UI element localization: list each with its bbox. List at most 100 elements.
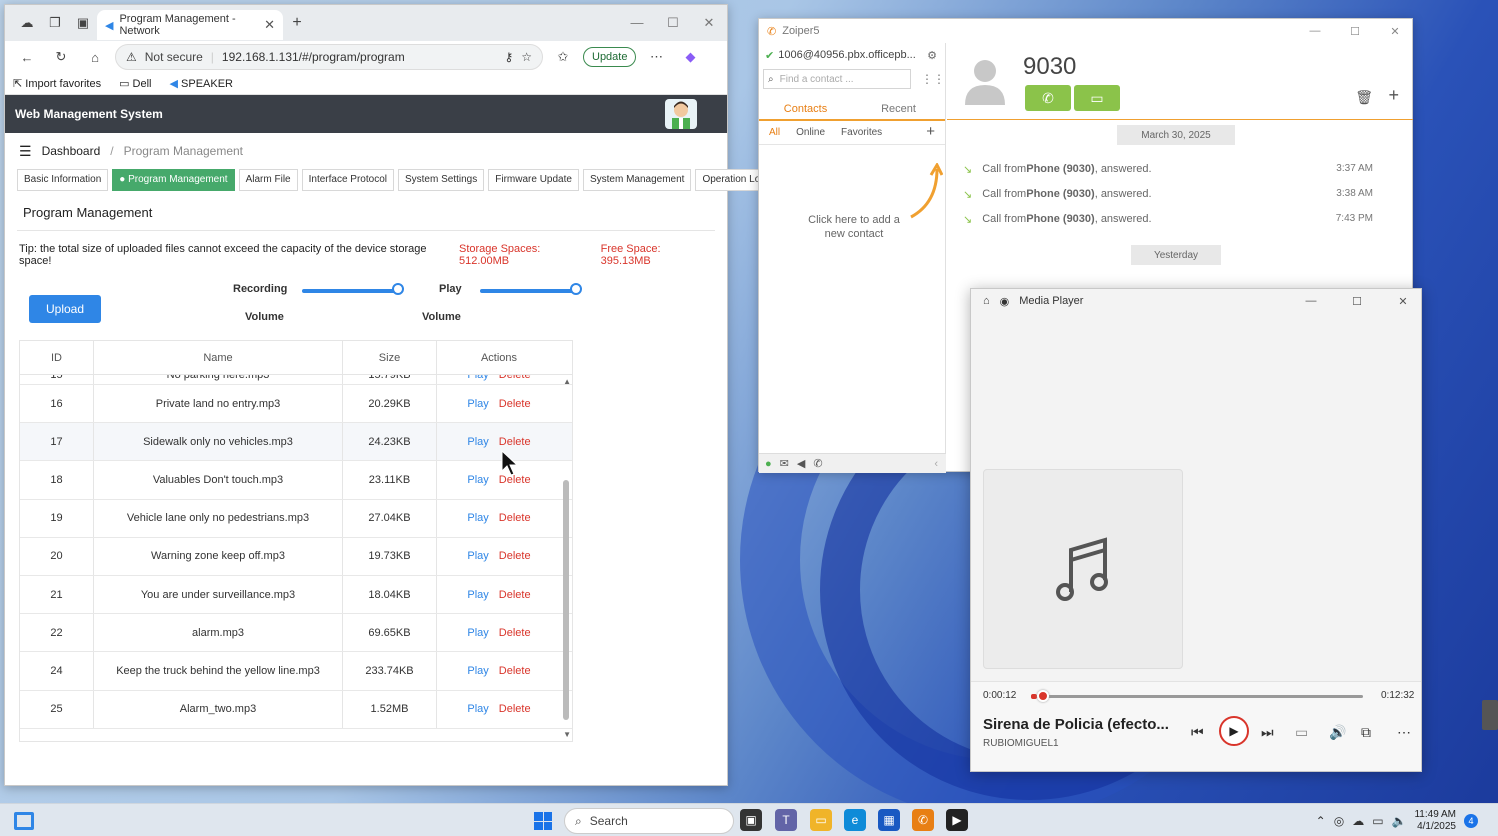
media-maximize-button[interactable]: ☐ <box>1339 295 1375 308</box>
workspaces-icon[interactable]: ☁ <box>13 15 41 31</box>
delete-link[interactable]: Delete <box>499 512 531 524</box>
next-icon[interactable]: ⏭ <box>1261 724 1274 741</box>
delete-link[interactable]: Delete <box>499 665 531 677</box>
miniplayer-icon[interactable]: ⧉ <box>1361 724 1371 741</box>
minimize-button[interactable]: — <box>619 15 655 31</box>
copilot-icon[interactable]: ◆ <box>676 49 704 65</box>
widgets-icon[interactable] <box>14 812 34 830</box>
favorite-star-icon[interactable]: ☆ <box>521 50 532 64</box>
display-icon[interactable]: ▭ <box>1372 814 1383 828</box>
speaker-icon[interactable]: 🔈 <box>1392 814 1407 828</box>
add-contact-hint[interactable]: Click here to add a new contact <box>799 213 909 241</box>
breadcrumb-home[interactable]: Dashboard <box>42 144 101 158</box>
history-item[interactable]: ↘ Call from Phone (9030), answered. 3:38… <box>963 188 1393 201</box>
gear-icon[interactable]: ⚙ <box>927 49 937 62</box>
contact-search-input[interactable]: ⌕ Find a contact ... <box>763 69 911 89</box>
play-link[interactable]: Play <box>467 589 488 601</box>
tab-system-settings[interactable]: System Settings <box>397 169 485 191</box>
favorite-speaker[interactable]: ◀ SPEAKER <box>170 77 234 90</box>
seek-bar[interactable] <box>1031 695 1363 698</box>
play-link[interactable]: Play <box>467 665 488 677</box>
delete-link[interactable]: Delete <box>499 589 531 601</box>
filter-online[interactable]: Online <box>796 127 825 138</box>
zoiper-minimize-button[interactable]: — <box>1298 25 1332 37</box>
seek-knob[interactable] <box>1037 690 1049 702</box>
scroll-down-icon[interactable]: ▼ <box>563 730 571 739</box>
play-link[interactable]: Play <box>467 703 488 715</box>
favorites-icon[interactable]: ✩ <box>549 49 577 65</box>
update-button[interactable]: Update <box>583 47 637 67</box>
add-icon[interactable]: + <box>1388 85 1399 106</box>
audio-call-button[interactable]: ✆ <box>1025 85 1071 111</box>
notification-badge[interactable]: 4 <box>1464 814 1478 828</box>
start-button[interactable] <box>534 812 552 830</box>
recording-volume-slider[interactable] <box>302 289 398 293</box>
filter-all[interactable]: All <box>769 127 780 138</box>
account-label[interactable]: 1006@40956.pbx.officepb... <box>778 49 916 61</box>
add-contact-icon[interactable]: + <box>926 124 935 139</box>
tab-basic-information[interactable]: Basic Information <box>17 169 109 191</box>
play-link[interactable]: Play <box>467 436 488 448</box>
task-view-icon[interactable]: ▣ <box>740 809 762 831</box>
close-button[interactable]: ✕ <box>691 15 727 31</box>
address-bar[interactable]: ⚠ Not secure | 192.168.1.131/#/program/p… <box>115 44 543 70</box>
network-icon[interactable]: ◎ <box>1334 814 1344 828</box>
clock[interactable]: 11:49 AM 4/1/2025 <box>1414 809 1456 833</box>
taskbar-search[interactable]: ⌕ Search <box>564 808 734 834</box>
media-minimize-button[interactable]: — <box>1293 295 1329 307</box>
zoiper-taskbar-icon[interactable]: ✆ <box>912 809 934 831</box>
play-link[interactable]: Play <box>467 627 488 639</box>
tab-recent[interactable]: Recent <box>852 95 945 119</box>
play-link[interactable]: Play <box>467 550 488 562</box>
captions-icon[interactable]: ▭ <box>1295 724 1308 741</box>
delete-link[interactable]: Delete <box>499 436 531 448</box>
home-icon[interactable]: ⌂ <box>81 50 109 65</box>
filter-favorites[interactable]: Favorites <box>841 127 882 138</box>
collections-icon[interactable]: ❐ <box>41 15 69 31</box>
status-ok-icon[interactable]: ● <box>765 458 772 470</box>
message-icon[interactable]: ✉ <box>780 457 789 470</box>
browser-tab[interactable]: ◀ Program Management - Network ✕ <box>97 10 283 40</box>
tab-interface-protocol[interactable]: Interface Protocol <box>301 169 394 191</box>
table-body[interactable]: 15No parking here.mp315.79KB Play Delete 16… <box>20 375 572 741</box>
delete-link[interactable]: Delete <box>499 550 531 562</box>
play-link[interactable]: Play <box>467 474 488 486</box>
menu-toggle-icon[interactable]: ☰ <box>19 143 32 160</box>
maximize-button[interactable]: ☐ <box>655 15 691 31</box>
video-call-button[interactable]: ▭ <box>1074 85 1120 111</box>
zoiper-maximize-button[interactable]: ☐ <box>1338 25 1372 38</box>
file-explorer-icon[interactable]: ▭ <box>810 809 832 831</box>
tab-system-management[interactable]: System Management <box>582 169 692 191</box>
volume-icon[interactable]: ◀ <box>797 457 805 470</box>
delete-link[interactable]: Delete <box>499 627 531 639</box>
tab-contacts[interactable]: Contacts <box>759 95 852 119</box>
tab-firmware-update[interactable]: Firmware Update <box>488 169 579 191</box>
history-item[interactable]: ↘ Call from Phone (9030), answered. 3:37… <box>963 163 1393 176</box>
onedrive-icon[interactable]: ☁ <box>1352 814 1364 828</box>
key-icon[interactable]: ⚷ <box>504 50 513 64</box>
favorite-dell[interactable]: ▭ Dell <box>119 77 151 90</box>
previous-icon[interactable]: ⏮ <box>1191 724 1204 741</box>
delete-link[interactable]: Delete <box>499 375 531 381</box>
table-scrollbar[interactable] <box>563 480 569 720</box>
play-link[interactable]: Play <box>467 398 488 410</box>
trash-icon[interactable]: 🗑 <box>1355 89 1373 106</box>
zoiper-close-button[interactable]: ✕ <box>1378 25 1412 38</box>
more-icon[interactable]: ⋯ <box>642 49 670 65</box>
home-icon[interactable]: ⌂ <box>983 295 990 307</box>
play-link[interactable]: Play <box>467 375 488 381</box>
refresh-icon[interactable]: ↻ <box>47 49 75 65</box>
play-button[interactable]: ▶ <box>1219 716 1249 746</box>
tab-actions-icon[interactable]: ▣ <box>69 15 97 31</box>
play-volume-knob[interactable] <box>570 283 582 295</box>
tab-program-management[interactable]: ● Program Management <box>112 169 235 191</box>
store-icon[interactable]: ▦ <box>878 809 900 831</box>
close-tab-icon[interactable]: ✕ <box>264 17 275 33</box>
history-item[interactable]: ↘ Call from Phone (9030), answered. 7:43… <box>963 213 1393 226</box>
edge-icon[interactable]: e <box>844 809 866 831</box>
tab-alarm-file[interactable]: Alarm File <box>238 169 298 191</box>
media-player-taskbar-icon[interactable]: ▶ <box>946 809 968 831</box>
delete-link[interactable]: Delete <box>499 703 531 715</box>
volume-icon[interactable]: 🔊 <box>1329 724 1346 741</box>
scroll-up-icon[interactable]: ▲ <box>563 377 571 386</box>
